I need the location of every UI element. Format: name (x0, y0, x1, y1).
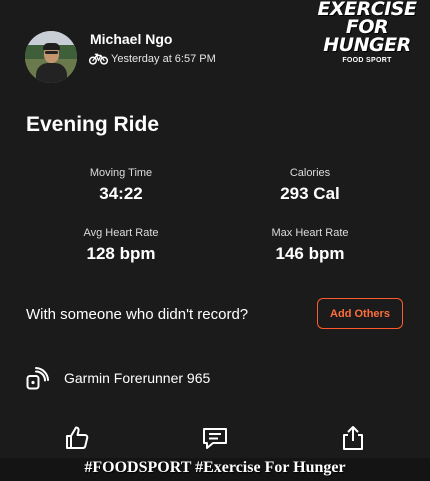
stat-label: Avg Heart Rate (83, 227, 159, 239)
stat-value: 293 Cal (280, 184, 340, 203)
device-sync-icon (26, 367, 49, 390)
stat-moving-time: Moving Time 34:22 (51, 167, 191, 204)
logo-line-3: HUNGER (323, 34, 411, 56)
stat-label: Max Heart Rate (271, 227, 349, 239)
activity-title[interactable]: Evening Ride (26, 113, 159, 137)
bicycle-icon (89, 53, 108, 65)
stat-value: 34:22 (99, 184, 143, 203)
stat-calories: Calories 293 Cal (240, 167, 380, 204)
stat-max-heart-rate: Max Heart Rate 146 bpm (240, 227, 380, 264)
device-name: Garmin Forerunner 965 (64, 370, 211, 386)
stat-label: Calories (289, 167, 331, 179)
exercise-for-hunger-logo: EXERCISE FOR HUNGER FOOD SPORT (312, 0, 422, 65)
foodsport-logo: FOOD SPORT (342, 57, 392, 64)
athlete-name[interactable]: Michael Ngo (90, 31, 172, 47)
activity-timestamp: Yesterday at 6:57 PM (111, 53, 216, 65)
stat-label: Moving Time (89, 167, 153, 179)
thumbs-up-icon[interactable] (63, 424, 91, 452)
stat-value: 128 bpm (86, 244, 156, 263)
avatar[interactable] (25, 31, 77, 83)
record-others-prompt: With someone who didn't record? (26, 306, 249, 323)
share-icon[interactable] (339, 424, 367, 452)
comment-icon[interactable] (201, 424, 229, 452)
stat-avg-heart-rate: Avg Heart Rate 128 bpm (51, 227, 191, 264)
add-others-button[interactable]: Add Others (317, 298, 403, 329)
hashtag-caption: #FOODSPORT #Exercise For Hunger (84, 459, 346, 476)
stat-value: 146 bpm (275, 244, 345, 263)
